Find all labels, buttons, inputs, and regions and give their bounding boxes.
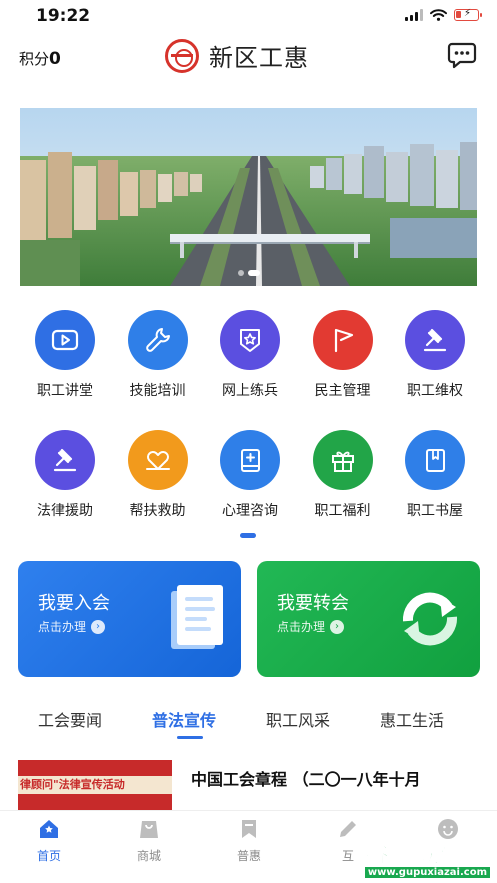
points-label: 积分 [19,50,50,68]
service-label: 技能培训 [129,383,186,399]
flag-icon [312,310,373,370]
action-cards: 我要入会 点击办理 › 我要转会 点击办理 › [18,561,480,677]
page-title: 新区工惠 [209,44,309,72]
status-bar: 19:22 ⚡ [0,0,497,34]
news-title: 中国工会章程 （二〇一八年十月 [191,770,421,789]
join-union-card[interactable]: 我要入会 点击办理 › [18,561,241,677]
tab-union-news[interactable]: 工会要闻 [38,707,102,731]
bookmark-book-icon [405,430,465,490]
join-card-title: 我要入会 [38,593,110,614]
service-counseling[interactable]: 心理咨询 [204,430,296,550]
brand: 新区工惠 [165,38,309,73]
chevron-right-icon: › [91,619,106,634]
news-thumbnail: 律顾问"法律宣传活动 [18,760,172,810]
service-skill-training[interactable]: 技能培训 [112,310,204,430]
service-democratic-mgmt[interactable]: 民主管理 [297,310,389,430]
points-display[interactable]: 积分0 [19,48,61,69]
service-label: 民主管理 [314,383,371,399]
service-reading-room[interactable]: 职工书屋 [389,430,481,550]
service-label: 心理咨询 [222,503,278,519]
message-icon[interactable] [447,40,477,70]
service-grid: 职工讲堂 技能培训 网上练兵 民主管理 职工维权 法律援助 帮扶救助 心理咨询 … [19,310,481,550]
wifi-icon [430,9,447,21]
shopping-bag-icon [140,821,158,838]
news-tabs: 工会要闻 普法宣传 职工风采 惠工生活 [0,695,497,745]
service-label: 网上练兵 [222,383,278,399]
nav-label: 首页 [36,849,61,863]
play-icon [35,310,95,370]
status-icons: ⚡ [405,8,482,21]
service-label: 职工讲堂 [37,383,93,399]
heart-hand-icon [127,430,188,490]
signal-icon [405,9,423,21]
service-rights-protection[interactable]: 职工维权 [389,310,481,430]
active-tab-underline [177,736,203,739]
service-label: 职工维权 [407,383,463,399]
points-value: 0 [49,49,61,69]
union-logo-icon [165,38,199,73]
service-assistance-relief[interactable]: 帮扶救助 [112,430,204,550]
service-label: 职工福利 [314,503,371,519]
news-item[interactable]: 律顾问"法律宣传活动 中国工会章程 （二〇一八年十月 [18,760,480,810]
tab-worker-style[interactable]: 职工风采 [266,707,330,731]
status-time: 19:22 [36,6,91,26]
gift-icon [312,430,373,490]
nav-label: 普惠 [236,849,261,863]
star-badge-icon [220,310,280,370]
home-icon [40,820,58,838]
grid-page-indicator [240,533,256,538]
transfer-card-title: 我要转会 [277,593,349,614]
transfer-union-card[interactable]: 我要转会 点击办理 › [257,561,480,677]
transfer-card-subtitle-text: 点击办理 [277,620,326,634]
watermark: 谷普软件园 www.gupuxiazai.com [350,834,496,883]
gavel-icon [35,430,95,490]
service-label: 帮扶救助 [129,503,186,519]
join-card-subtitle: 点击办理 › [38,618,106,635]
service-online-drill[interactable]: 网上练兵 [204,310,296,430]
transfer-card-subtitle: 点击办理 › [277,618,345,635]
battery-icon: ⚡ [454,8,482,21]
app-header: 积分0 新区工惠 [0,34,497,82]
carousel-dots [20,270,477,276]
chevron-right-icon: › [330,619,345,634]
book-plus-icon [220,430,280,490]
gavel-icon [405,310,465,370]
tab-legal-publicity[interactable]: 普法宣传 [152,707,216,731]
nav-home[interactable]: 首页 [19,817,79,864]
refresh-icon [402,592,458,646]
banner-image [20,108,477,286]
watermark-title: 谷普软件园 [365,840,490,869]
wrench-icon [127,310,188,370]
news-thumbnail-text: 律顾问"法律宣传活动 [18,776,172,794]
nav-mall[interactable]: 商城 [119,817,179,864]
banner-carousel[interactable] [20,108,477,286]
join-card-subtitle-text: 点击办理 [38,620,87,634]
watermark-url: www.gupuxiazai.com [364,867,490,878]
service-label: 职工书屋 [407,503,463,519]
tab-benefit-life[interactable]: 惠工生活 [380,707,444,731]
service-lecture-hall[interactable]: 职工讲堂 [19,310,111,430]
bookmark-icon [242,820,256,838]
carousel-dot[interactable] [237,270,244,276]
document-icon [171,585,223,649]
nav-label: 商城 [136,849,161,863]
service-legal-aid[interactable]: 法律援助 [19,430,111,550]
carousel-dot-active[interactable] [247,270,260,276]
nav-benefits[interactable]: 普惠 [219,817,279,864]
service-welfare[interactable]: 职工福利 [297,430,389,550]
service-label: 法律援助 [37,503,93,519]
